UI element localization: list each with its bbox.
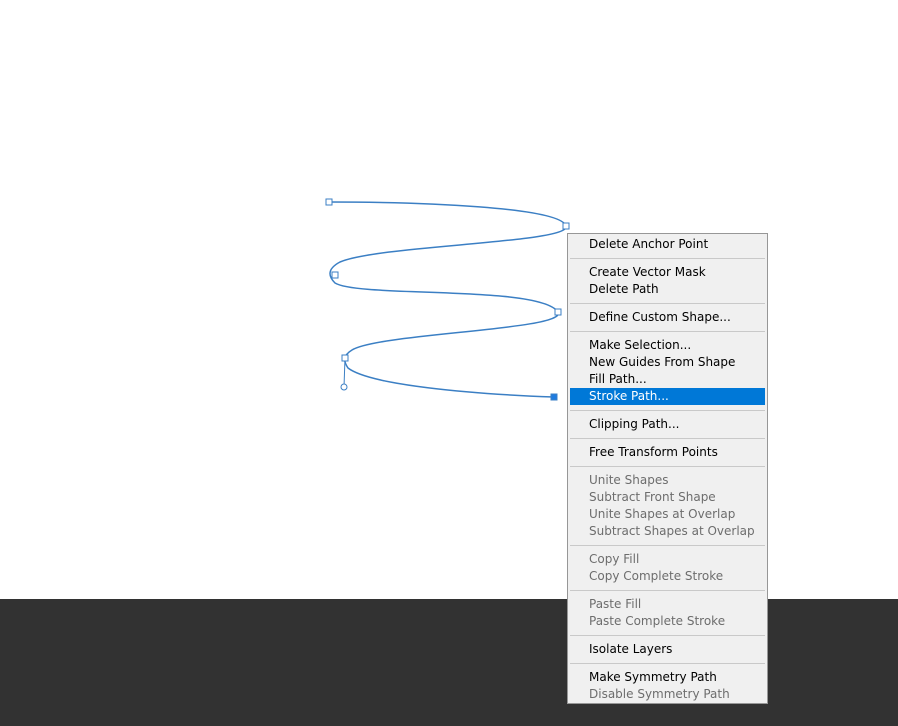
- menu-item-fill-path[interactable]: Fill Path...: [570, 371, 765, 388]
- menu-item-create-vector-mask[interactable]: Create Vector Mask: [570, 264, 765, 281]
- menu-separator: [570, 590, 765, 591]
- menu-item-paste-fill: Paste Fill: [589, 597, 642, 611]
- menu-separator: [570, 663, 765, 664]
- context-menu: Delete Anchor Point Create Vector Mask Del…: [567, 233, 768, 704]
- menu-item-copy-fill: Copy Fill: [589, 552, 640, 566]
- menu-separator: [570, 303, 765, 304]
- menu-item-subtract-shapes-at-overlap: Subtract Shapes at Overlap: [589, 524, 755, 538]
- menu-item-define-custom-shape[interactable]: Define Custom Shape...: [570, 309, 765, 326]
- menu-item-clipping-path[interactable]: Clipping Path...: [570, 416, 765, 433]
- menu-item-make-symmetry-path[interactable]: Make Symmetry Path: [570, 669, 765, 686]
- menu-separator: [570, 331, 765, 332]
- menu-separator: [570, 258, 765, 259]
- menu-item-make-selection[interactable]: Make Selection...: [570, 337, 765, 354]
- menu-item-stroke-path[interactable]: Stroke Path...: [570, 388, 765, 405]
- menu-item-copy-complete-stroke: Copy Complete Stroke: [589, 569, 724, 583]
- menu-item-unite-shapes-at-overlap: Unite Shapes at Overlap: [589, 507, 736, 521]
- menu-item-free-transform-points[interactable]: Free Transform Points: [570, 444, 765, 461]
- anchor-point-1[interactable]: [325, 198, 333, 206]
- menu-separator: [570, 545, 765, 546]
- menu-item-paste-complete-stroke: Paste Complete Stroke: [589, 614, 726, 628]
- menu-item-new-guides-from-shape[interactable]: New Guides From Shape: [570, 354, 765, 371]
- menu-item-unite-shapes: Unite Shapes: [589, 473, 669, 487]
- anchor-point-5[interactable]: [341, 354, 349, 362]
- anchor-point-4[interactable]: [554, 308, 562, 316]
- menu-item-delete-anchor-point[interactable]: Delete Anchor Point: [570, 236, 765, 253]
- anchor-point-6[interactable]: [550, 393, 558, 401]
- menu-item-subtract-front-shape: Subtract Front Shape: [589, 490, 716, 504]
- menu-separator: [570, 438, 765, 439]
- direction-handle[interactable]: [340, 383, 348, 391]
- anchor-point-2[interactable]: [562, 222, 570, 230]
- menu-item-delete-path[interactable]: Delete Path: [570, 281, 765, 298]
- anchor-point-3[interactable]: [331, 271, 339, 279]
- menu-item-isolate-layers[interactable]: Isolate Layers: [570, 641, 765, 658]
- menu-item-disable-symmetry-path: Disable Symmetry Path: [589, 687, 730, 701]
- menu-separator: [570, 410, 765, 411]
- menu-separator: [570, 466, 765, 467]
- menu-separator: [570, 635, 765, 636]
